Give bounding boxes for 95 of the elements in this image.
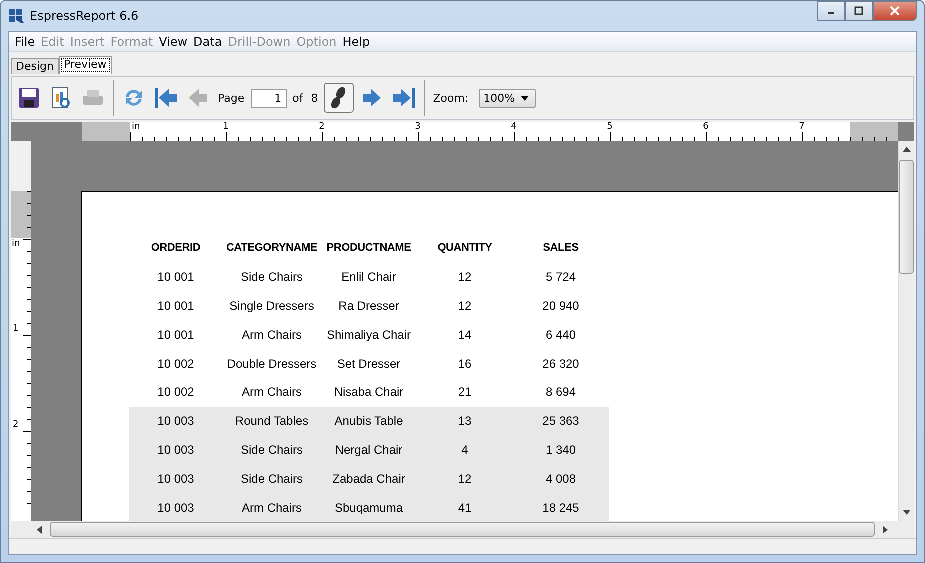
menu-item[interactable]: Help (340, 34, 374, 48)
zoom-dropdown[interactable]: 100% (478, 88, 536, 108)
ruler-label: 1 (13, 324, 19, 334)
vertical-scrollbar[interactable] (898, 141, 914, 521)
table-cell-text: Double Dressers (226, 356, 318, 371)
table-cell-text: 8 694 (544, 385, 578, 400)
table-cell-text: 16 (457, 356, 473, 371)
table-cell-text: Enlil Chair (340, 270, 398, 284)
table-cell-text: 12 (457, 270, 473, 284)
table-cell-text: 10 001 (156, 270, 196, 284)
ruler-label: 2 (13, 420, 19, 430)
table-cell-text: 12 (457, 298, 473, 313)
scroll-up-icon[interactable] (902, 147, 910, 152)
page-count: 8 (310, 92, 320, 104)
column-header: ORDERID (150, 242, 202, 254)
column-header: SALES (542, 242, 580, 254)
table-cell-text: 10 001 (156, 328, 196, 342)
table-cell-text: 14 (457, 328, 473, 342)
table-cell-text: 18 245 (542, 500, 580, 515)
table-cell-text: Single Dressers (228, 298, 316, 313)
ruler-margin (82, 122, 130, 141)
scroll-thumb[interactable] (50, 522, 875, 537)
ruler-margin (11, 191, 31, 238)
page-number-field[interactable]: 1 (250, 88, 287, 108)
first-page-arrow-icon (153, 85, 179, 111)
page-label: Page (217, 92, 246, 104)
table-cell-text: 10 002 (156, 385, 196, 400)
table-cell-text: 10 002 (156, 356, 196, 371)
ruler-label: 2 (319, 122, 325, 132)
table-cell-text: Round Tables (234, 414, 310, 428)
table-cell-text: 12 (457, 472, 473, 486)
zoom-label: Zoom: (432, 92, 470, 104)
table-cell-text: 26 320 (542, 356, 580, 371)
ruler-label: 4 (511, 122, 517, 132)
table-cell-text: 4 (460, 442, 470, 457)
table-cell-text: Anubis Table (334, 414, 404, 428)
menu-item[interactable]: Data (190, 34, 226, 48)
column-header: CATEGORYNAME (225, 242, 319, 254)
tab[interactable]: Preview (58, 56, 112, 74)
table-cell-text: Side Chairs (240, 472, 304, 486)
column-header: QUANTITY (436, 242, 494, 254)
minimize-button[interactable] (817, 1, 845, 21)
table-cell-text: Side Chairs (240, 270, 304, 284)
of-label: of (292, 92, 304, 104)
tab[interactable]: Design (11, 58, 59, 74)
ruler-label: 7 (799, 122, 805, 132)
horizontal-scrollbar[interactable] (11, 521, 914, 538)
table-cell-text: 10 003 (156, 472, 196, 486)
table-cell-text: 10 003 (156, 500, 196, 515)
scroll-thumb[interactable] (899, 160, 914, 274)
table-cell-text: 10 001 (156, 298, 196, 313)
footprints-button[interactable] (324, 83, 354, 113)
table-cell-text: Sbuqamuma (334, 500, 404, 515)
table-cell-text: 6 440 (544, 328, 578, 342)
table-cell-text: 10 003 (156, 414, 196, 428)
maximize-icon (854, 6, 864, 16)
close-icon (890, 6, 900, 16)
scroll-down-icon[interactable] (902, 510, 910, 515)
table-cell-text: 20 940 (542, 298, 580, 313)
table-cell-text: Zabada Chair (332, 472, 406, 486)
column-header: PRODUCTNAME (326, 242, 412, 254)
ruler-unit: in (12, 239, 20, 249)
scroll-left-icon[interactable] (37, 526, 42, 534)
table-cell-text: Side Chairs (240, 442, 304, 457)
ruler-label: 6 (703, 122, 709, 132)
table-cell-text: 4 008 (544, 472, 578, 486)
window-title: EspressReport 6.6 (30, 9, 139, 23)
close-button[interactable] (873, 1, 917, 21)
table-cell-text: Ra Dresser (338, 298, 400, 313)
table-cell-text: 5 724 (544, 270, 578, 284)
table-cell-text: 25 363 (542, 414, 580, 428)
menu-item[interactable]: View (156, 34, 191, 48)
table-cell-text: Shimaliya Chair (326, 328, 412, 342)
ruler-label: 5 (607, 122, 613, 132)
table-cell-text: Set Dresser (336, 356, 402, 371)
table-cell-text: 41 (457, 500, 473, 515)
table-cell-text: 13 (457, 414, 473, 428)
table-cell-text: Nisaba Chair (333, 385, 405, 400)
table-cell-text: 21 (457, 385, 473, 400)
ruler-label: 3 (415, 122, 421, 132)
dropdown-arrow-icon (521, 96, 530, 100)
menu-item[interactable]: File (12, 34, 38, 48)
table-cell-text: Arm Chairs (240, 500, 303, 515)
ruler-label: 1 (223, 122, 229, 132)
ruler-unit: in (132, 122, 140, 132)
last-page-arrow-icon (391, 85, 418, 111)
ruler-margin (850, 122, 898, 141)
app-logo-icon (8, 8, 24, 24)
table-cell-text: 10 003 (156, 442, 196, 457)
table-cell-text: Nergal Chair (334, 442, 404, 457)
table-cell-text: Arm Chairs (240, 328, 303, 342)
table-cell-text: 1 340 (544, 442, 578, 457)
table-cell-text: Arm Chairs (240, 385, 303, 400)
scroll-right-icon[interactable] (883, 526, 888, 534)
maximize-button[interactable] (845, 1, 873, 21)
